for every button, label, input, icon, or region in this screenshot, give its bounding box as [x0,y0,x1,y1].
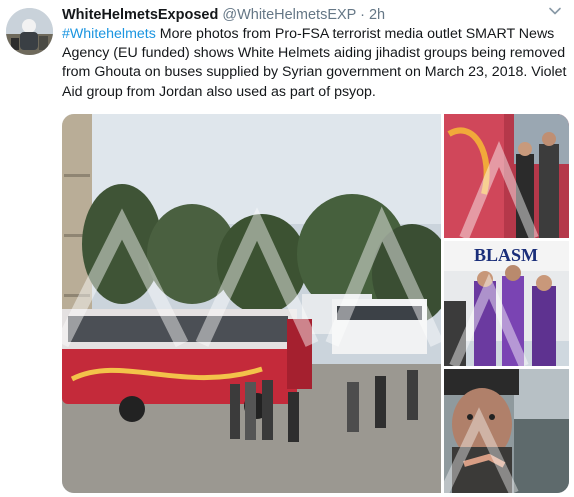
chevron-down-icon[interactable] [548,4,562,18]
photo-fighter[interactable] [444,369,569,493]
user-handle[interactable]: @WhiteHelmetsEXP [222,7,356,23]
bus-sign-text: BLASM [474,245,538,265]
tweet-text: #Whitehelmets More photos from Pro-FSA t… [62,25,570,102]
media-grid: BLASM [62,114,569,493]
display-name[interactable]: WhiteHelmetsExposed [62,7,218,23]
avatar[interactable] [6,8,53,55]
photo-violet-aid[interactable]: BLASM [444,241,569,366]
photo-buses[interactable] [62,114,441,493]
tweet-header: WhiteHelmetsExposed @WhiteHelmetsEXP · 2… [62,6,385,24]
hashtag-link[interactable]: #Whitehelmets [62,26,156,42]
tweet-timestamp[interactable]: 2h [369,7,385,23]
separator-dot: · [360,7,365,23]
photo-bus-door[interactable] [444,114,569,238]
